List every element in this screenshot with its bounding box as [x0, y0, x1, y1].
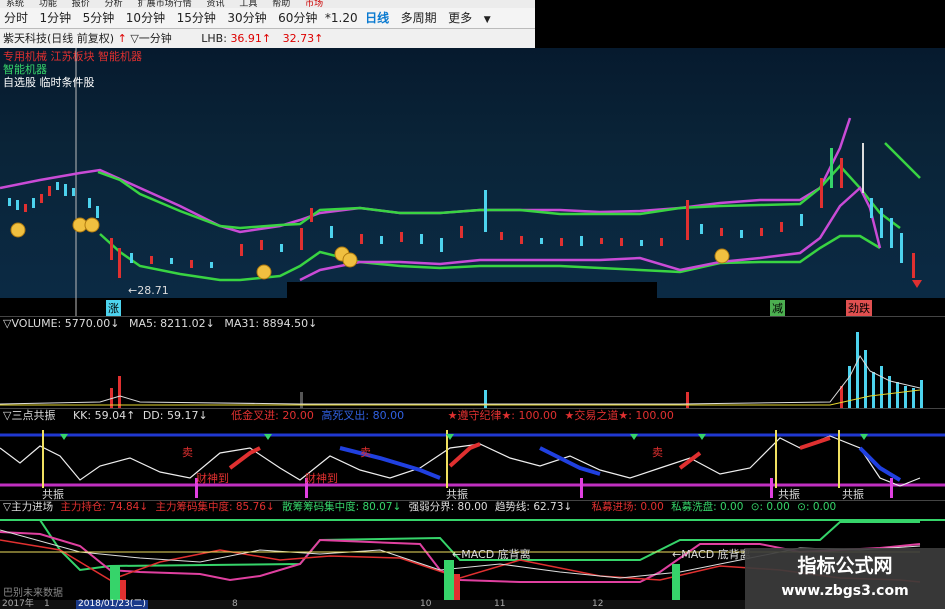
- lhb-value-2: 32.73↑: [282, 32, 324, 45]
- period-daily[interactable]: 日线: [361, 8, 393, 28]
- period-1min[interactable]: 1分钟: [36, 8, 76, 28]
- menu-item-function[interactable]: 功能: [39, 0, 57, 8]
- sell-label: 卖: [652, 446, 663, 459]
- upper-green-band: [97, 164, 901, 230]
- low-price-label: ←28.71: [128, 284, 169, 297]
- macd-divergence-label-1: ←MACD 底背离: [452, 548, 531, 561]
- blue-wave: [339, 446, 441, 480]
- period-10min[interactable]: 10分钟: [122, 8, 169, 28]
- date-label: 1: [44, 599, 50, 609]
- date-label: 12: [592, 599, 604, 609]
- watermark-title: 指标公式网: [797, 555, 893, 577]
- volume-ma5-line: [0, 355, 921, 405]
- minute-tool[interactable]: ▽一分钟: [130, 32, 171, 45]
- menu-item-help[interactable]: 帮助: [272, 0, 290, 8]
- stock-name: 紫天科技(日线 前复权): [3, 32, 115, 45]
- menu-item-quote[interactable]: 报价: [72, 0, 90, 8]
- menu-item-tools[interactable]: 工具: [239, 0, 257, 8]
- period-multi[interactable]: 多周期: [397, 8, 441, 28]
- sell-label: 卖: [182, 446, 193, 459]
- lhb-value-1: 36.91↑: [230, 32, 272, 45]
- menu-item-analysis[interactable]: 分析: [105, 0, 123, 8]
- down-arrow-icon: [912, 280, 922, 288]
- date-axis: 2017年 1 2018/01/23(二) 8 10 11 12: [0, 600, 745, 609]
- signal-tag-drop: 劲跌: [846, 300, 872, 316]
- menu-bar: 系统 功能 报价 分析 扩展市场行情 资讯 工具 帮助 市场: [0, 0, 535, 8]
- period-toolbar: 分时 1分钟 5分钟 10分钟 15分钟 30分钟 60分钟 *1.20 日线 …: [0, 8, 535, 29]
- period-extra: *1.20: [324, 11, 358, 25]
- date-label: 8: [232, 599, 238, 609]
- menu-item-market[interactable]: 市场: [305, 0, 323, 8]
- lower-purple-band: [299, 185, 882, 282]
- lhb-label: LHB:: [201, 32, 227, 45]
- sell-label: 卖: [360, 446, 371, 459]
- watermark: 指标公式网 www.zbgs3.com: [745, 548, 945, 609]
- watermark-url: www.zbgs3.com: [781, 583, 909, 599]
- period-5min[interactable]: 5分钟: [79, 8, 119, 28]
- period-30min[interactable]: 30分钟: [223, 8, 270, 28]
- menu-item-ext[interactable]: 扩展市场行情: [138, 0, 192, 8]
- arrow-up-icon: ↑: [117, 32, 127, 45]
- macd-divergence-label-2: ←MACD 底背离: [672, 548, 751, 561]
- period-60min[interactable]: 60分钟: [274, 8, 321, 28]
- menu-item-info[interactable]: 资讯: [206, 0, 224, 8]
- chart-title-bar: 紫天科技(日线 前复权) ↑ ▽一分钟 LHB: 36.91↑ 32.73↑: [0, 29, 535, 48]
- stub-label: 巴别未来数据: [3, 588, 63, 599]
- period-more[interactable]: 更多: [444, 8, 476, 28]
- caishen-label: 财神到: [196, 472, 229, 485]
- chevron-down-icon[interactable]: ▼: [480, 10, 495, 30]
- kk-line: [0, 435, 921, 487]
- period-fenshi[interactable]: 分时: [0, 8, 32, 28]
- caishen-label: 财神到: [305, 472, 338, 485]
- date-label-selected: 2018/01/23(二): [76, 599, 148, 609]
- sandian-svg: [0, 430, 945, 498]
- date-label: 10: [420, 599, 432, 609]
- date-label: 11: [494, 599, 506, 609]
- blank-patch: [287, 282, 657, 314]
- volume-svg: [0, 332, 923, 408]
- menu-item-system[interactable]: 系统: [6, 0, 24, 8]
- signal-tag-up: 涨: [106, 300, 121, 316]
- kline-svg: [0, 48, 922, 316]
- date-label: 2017年: [2, 599, 34, 609]
- period-15min[interactable]: 15分钟: [173, 8, 220, 28]
- volume-bars: [110, 332, 923, 408]
- signal-tag-reduce: 减: [770, 300, 785, 316]
- upper-band: [0, 117, 852, 234]
- right-green-top: [884, 142, 921, 179]
